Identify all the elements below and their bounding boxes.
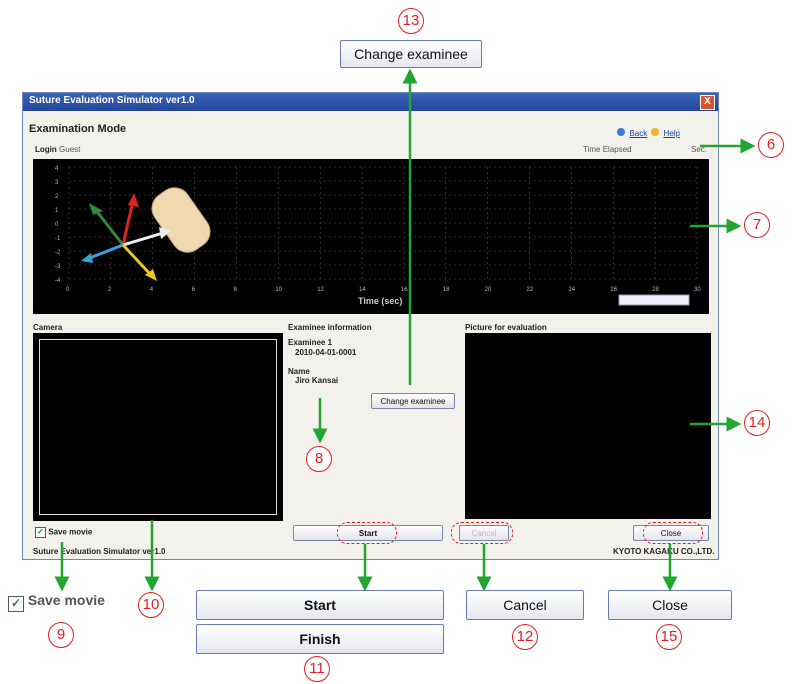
annotation-arrows [54, 68, 756, 592]
